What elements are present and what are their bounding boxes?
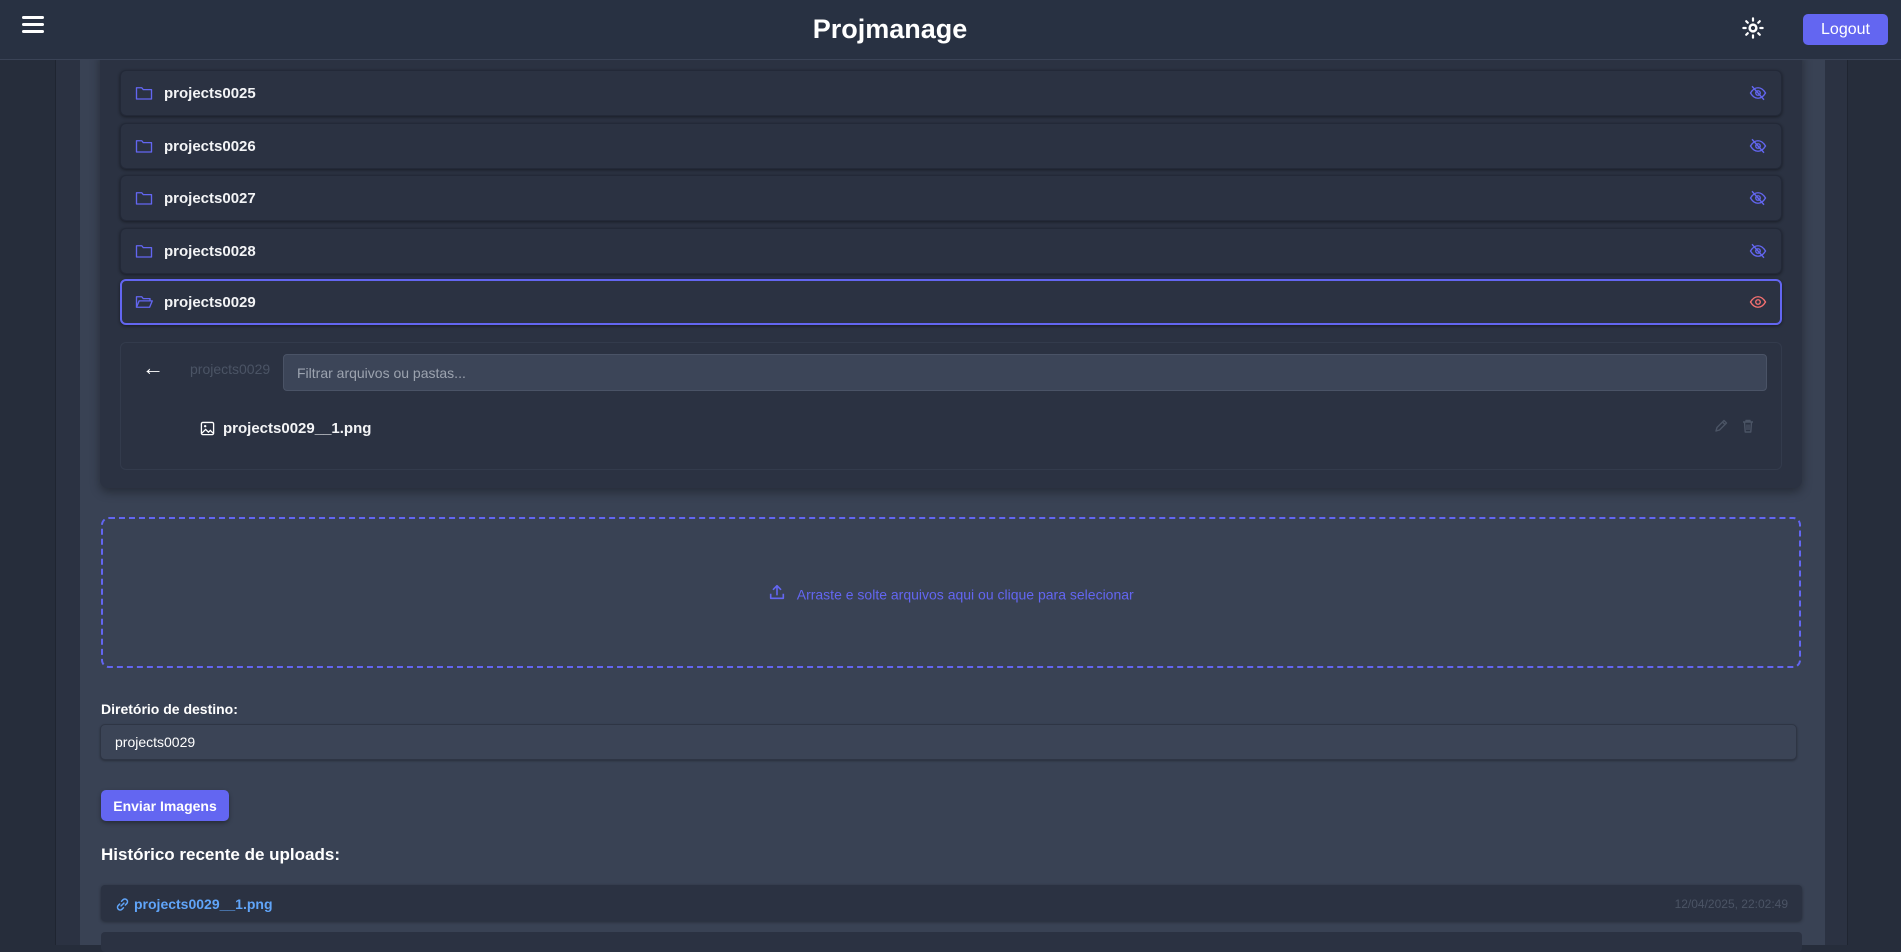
dropzone-text: Arraste e solte arquivos aqui ou clique …	[796, 586, 1134, 603]
history-file-name: projects0029__1.png	[134, 896, 273, 912]
folder-row-projects0029[interactable]: projects0029	[120, 279, 1782, 325]
folder-icon	[135, 85, 153, 106]
folder-name: projects0026	[164, 138, 256, 155]
destination-label: Diretório de destino:	[101, 701, 238, 717]
history-title: Histórico recente de uploads:	[101, 845, 340, 864]
folder-name: projects0028	[164, 243, 256, 260]
eye-off-icon[interactable]	[1749, 85, 1767, 106]
trash-icon[interactable]	[1740, 418, 1756, 439]
history-item	[101, 932, 1802, 952]
link-icon	[116, 898, 129, 911]
folder-row-projects0027[interactable]: projects0027	[120, 175, 1782, 221]
app-title: Projmanage	[812, 14, 968, 44]
folder-row-projects0028[interactable]: projects0028	[120, 228, 1782, 274]
folder-name: projects0027	[164, 190, 256, 207]
eye-icon[interactable]	[1749, 294, 1767, 315]
top-bar: Projmanage Logout	[0, 0, 1901, 60]
back-arrow-icon[interactable]: ←	[142, 355, 164, 381]
history-item: projects0029__1.png 12/04/2025, 22:02:49	[101, 885, 1802, 921]
file-dropzone[interactable]: Arraste e solte arquivos aqui ou clique …	[101, 517, 1801, 668]
file-name: projects0029__1.png	[223, 420, 372, 437]
folder-open-icon	[135, 294, 153, 315]
eye-off-icon[interactable]	[1749, 190, 1767, 211]
breadcrumb: projects0029	[190, 361, 271, 377]
folder-icon	[135, 138, 153, 159]
history-file-link[interactable]: projects0029__1.png	[115, 896, 273, 912]
edit-icon[interactable]	[1713, 418, 1729, 439]
theme-toggle-sun-icon[interactable]	[1742, 17, 1764, 39]
folder-row-projects0025[interactable]: projects0025	[120, 70, 1782, 116]
eye-off-icon[interactable]	[1749, 243, 1767, 264]
folder-row-projects0026[interactable]: projects0026	[120, 123, 1782, 169]
filter-input[interactable]	[283, 354, 1767, 391]
folder-name: projects0029	[164, 294, 256, 311]
folder-name: projects0025	[164, 85, 256, 102]
destination-input[interactable]	[100, 724, 1797, 760]
history-timestamp: 12/04/2025, 22:02:49	[1674, 897, 1788, 911]
eye-off-icon[interactable]	[1749, 138, 1767, 159]
logout-button[interactable]: Logout	[1803, 14, 1888, 45]
folder-icon	[135, 243, 153, 264]
image-icon	[200, 421, 215, 441]
upload-icon	[768, 583, 786, 606]
send-images-button[interactable]: Enviar Imagens	[101, 790, 229, 821]
folder-icon	[135, 190, 153, 211]
